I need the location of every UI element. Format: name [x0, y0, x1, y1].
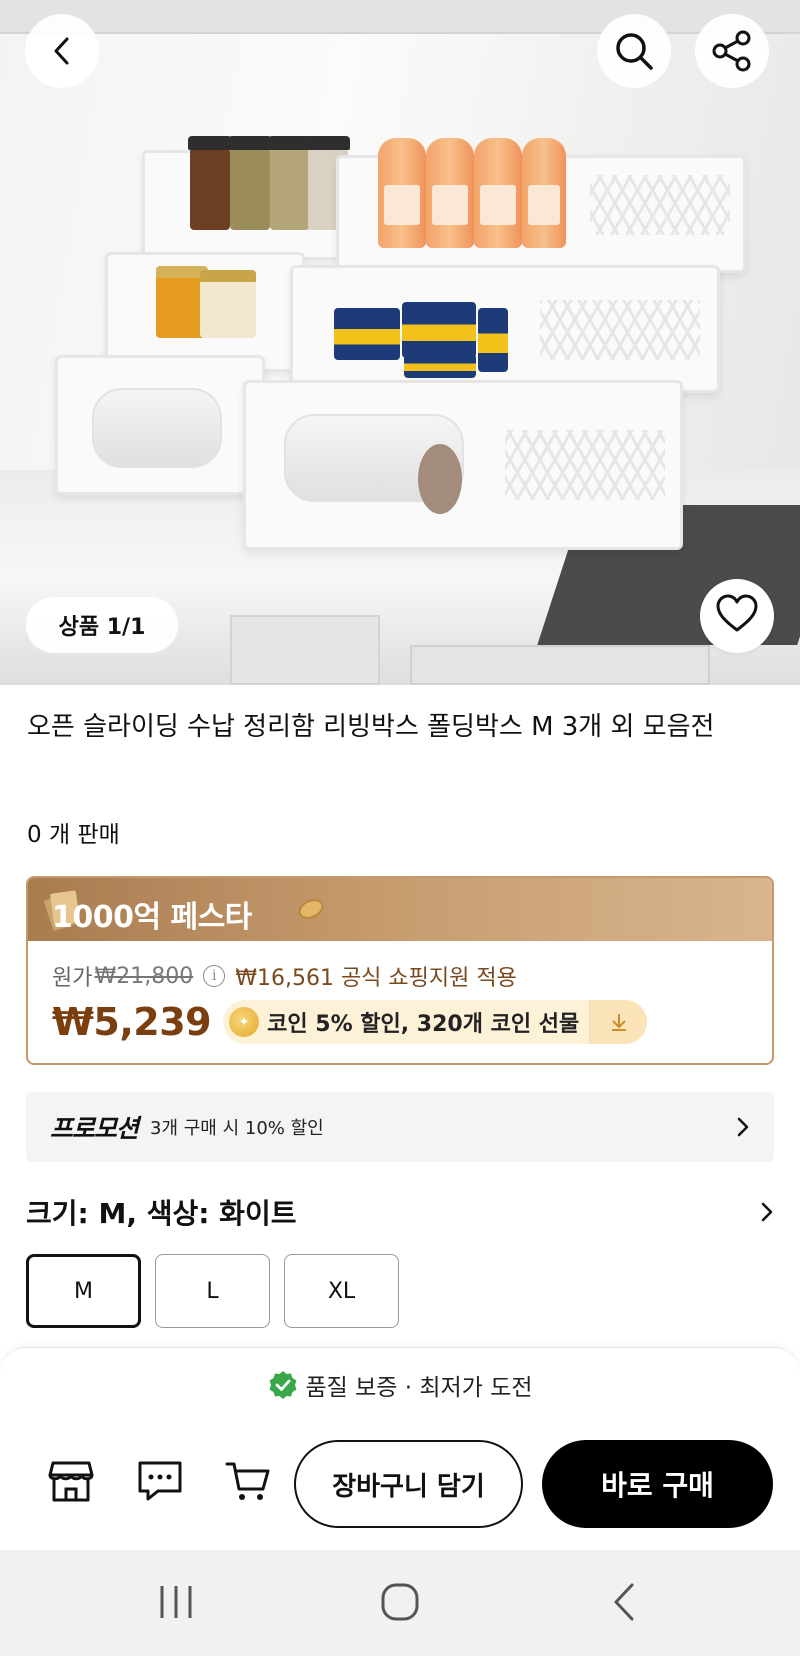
- festa-title: 1000억 페스타: [52, 900, 252, 935]
- image-spice-jar: [230, 148, 270, 230]
- image-jar-lid: [306, 136, 350, 150]
- search-button[interactable]: [597, 14, 671, 88]
- option-selector[interactable]: 크기: M, 색상: 화이트: [26, 1190, 774, 1234]
- bottom-action-bar: 품질 보증 · 최저가 도전 장바구니 담기 바로 구매: [0, 1347, 800, 1550]
- home-icon: [381, 1583, 419, 1621]
- size-option-m[interactable]: M: [26, 1254, 141, 1328]
- image-drawer: [230, 615, 380, 685]
- image-jar-lid: [228, 136, 272, 150]
- guarantee-text: 품질 보증 · 최저가 도전: [305, 1375, 533, 1401]
- buy-now-button[interactable]: 바로 구매: [542, 1440, 773, 1528]
- image-bottle-label: [480, 185, 516, 225]
- image-bin-lattice: [505, 430, 665, 500]
- check-badge-icon: [269, 1371, 296, 1399]
- image-spice-jar: [190, 148, 230, 230]
- wishlist-button[interactable]: [700, 579, 774, 653]
- price-card: 1000억 페스타 원가 ₩21,800 i ₩16,561 공식 쇼핑지원 적…: [26, 876, 774, 1065]
- image-drawer: [410, 645, 710, 685]
- info-icon[interactable]: i: [203, 965, 226, 987]
- size-option-l[interactable]: L: [155, 1254, 270, 1328]
- coin-decoration-icon: [295, 895, 327, 923]
- system-navigation-bar: [0, 1550, 800, 1656]
- coin-offer-text: 코인 5% 할인, 320개 코인 선물: [267, 1012, 580, 1037]
- sold-count: 0 개 판매: [27, 822, 120, 848]
- store-icon: [48, 1461, 94, 1502]
- image-counter: 상품 1/1: [26, 597, 178, 653]
- original-price: ₩21,800: [94, 963, 194, 989]
- original-price-row: 원가 ₩21,800 i ₩16,561 공식 쇼핑지원 적용: [52, 960, 517, 992]
- festa-banner: 1000억 페스타: [28, 878, 772, 941]
- download-icon: [612, 1014, 627, 1031]
- image-spam-can: [404, 354, 476, 378]
- coin-offer-pill[interactable]: ✦ 코인 5% 할인, 320개 코인 선물: [223, 1000, 648, 1044]
- recent-apps-button[interactable]: [136, 1574, 216, 1630]
- image-sauce-jar: [200, 270, 256, 338]
- recent-apps-icon: [160, 1586, 192, 1618]
- option-summary: 크기: M, 색상: 화이트: [26, 1197, 297, 1230]
- image-paper-roll: [92, 388, 222, 468]
- image-spam-can: [478, 308, 508, 372]
- store-button[interactable]: [43, 1456, 99, 1506]
- heart-icon: [715, 594, 759, 638]
- image-bottle-label: [528, 185, 560, 225]
- back-button[interactable]: [25, 14, 99, 88]
- promotion-text: 3개 구매 시 10% 할인: [150, 1118, 324, 1139]
- image-spice-jar: [270, 148, 310, 230]
- product-title: 오픈 슬라이딩 수납 정리함 리빙박스 폴딩박스 M 3개 외 모음전: [27, 712, 715, 742]
- coin-icon: ✦: [229, 1007, 260, 1037]
- promotion-label: 프로모션: [50, 1114, 139, 1143]
- back-icon: [614, 1583, 634, 1621]
- chevron-left-icon: [50, 36, 74, 66]
- chevron-right-icon: [737, 1117, 749, 1137]
- image-upper-cabinet: [0, 0, 800, 34]
- original-price-label: 원가: [52, 966, 93, 991]
- promotion-row[interactable]: 프로모션 3개 구매 시 10% 할인: [26, 1092, 774, 1162]
- share-icon: [710, 29, 754, 73]
- chat-icon: [138, 1461, 182, 1501]
- system-back-button[interactable]: [584, 1574, 664, 1630]
- cart-icon: [225, 1462, 270, 1500]
- image-bin-lattice: [590, 175, 730, 235]
- chevron-right-icon: [761, 1202, 773, 1222]
- image-bottle-label: [384, 185, 420, 225]
- search-icon: [613, 30, 655, 72]
- chat-button[interactable]: [132, 1456, 188, 1506]
- add-to-cart-button[interactable]: 장바구니 담기: [294, 1440, 523, 1528]
- sale-price: ₩5,239: [52, 1000, 212, 1044]
- product-image[interactable]: 상품 1/1: [0, 0, 800, 685]
- image-spam-can: [402, 302, 476, 358]
- share-button[interactable]: [695, 14, 769, 88]
- sale-price-row: ₩5,239 ✦ 코인 5% 할인, 320개 코인 선물: [52, 1000, 648, 1044]
- size-option-xl[interactable]: XL: [284, 1254, 399, 1328]
- image-bin-lattice: [540, 300, 700, 360]
- cart-button[interactable]: [220, 1456, 276, 1506]
- home-button[interactable]: [360, 1574, 440, 1630]
- quality-guarantee: 품질 보증 · 최저가 도전: [0, 1368, 800, 1402]
- image-jar-lid: [188, 136, 232, 150]
- image-bottle-label: [432, 185, 468, 225]
- coin-download-button[interactable]: [589, 1000, 648, 1044]
- image-roll-end: [418, 444, 462, 514]
- support-price-text: ₩16,561 공식 쇼핑지원 적용: [235, 966, 517, 991]
- image-spam-can: [334, 308, 400, 360]
